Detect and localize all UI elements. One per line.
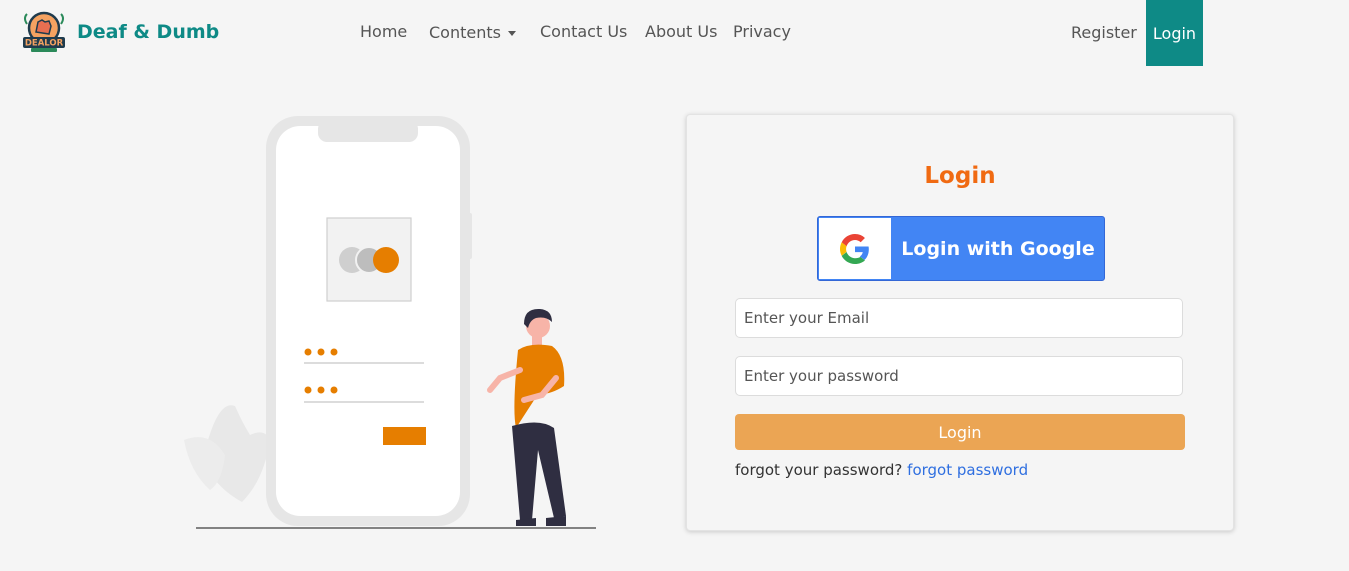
- brand-logo-text: DEALOR: [25, 39, 64, 49]
- nav-home[interactable]: Home: [360, 22, 407, 41]
- brand[interactable]: DEALOR Deaf & Dumb: [21, 10, 219, 54]
- brand-name: Deaf & Dumb: [77, 21, 220, 43]
- forgot-password-row: forgot your password? forgot password: [735, 461, 1028, 479]
- navbar: DEALOR Deaf & Dumb Home Contents Contact…: [0, 0, 1349, 66]
- nav-contact[interactable]: Contact Us: [540, 22, 627, 41]
- login-submit-button[interactable]: Login: [735, 414, 1185, 450]
- nav-privacy[interactable]: Privacy: [733, 22, 791, 41]
- login-illustration: [184, 116, 596, 529]
- login-card: Login Login with Google Login forgot you…: [686, 114, 1234, 531]
- nav-register[interactable]: Register: [1071, 23, 1137, 42]
- google-login-label: Login with Google: [901, 237, 1095, 260]
- nav-about[interactable]: About Us: [645, 22, 717, 41]
- forgot-password-text: forgot your password?: [735, 461, 903, 479]
- google-icon-box: [819, 218, 891, 279]
- email-field[interactable]: [735, 298, 1183, 338]
- forgot-password-link[interactable]: forgot password: [907, 461, 1028, 479]
- nav-login[interactable]: Login: [1146, 0, 1203, 66]
- nav-contents-label: Contents: [429, 23, 501, 42]
- login-title: Login: [924, 163, 996, 189]
- chevron-down-icon: [507, 31, 516, 36]
- brand-logo: DEALOR: [23, 11, 65, 52]
- password-field[interactable]: [735, 356, 1183, 396]
- google-login-button[interactable]: Login with Google: [817, 216, 1105, 281]
- nav-contents-dropdown[interactable]: Contents: [429, 23, 516, 42]
- google-icon: [840, 233, 869, 264]
